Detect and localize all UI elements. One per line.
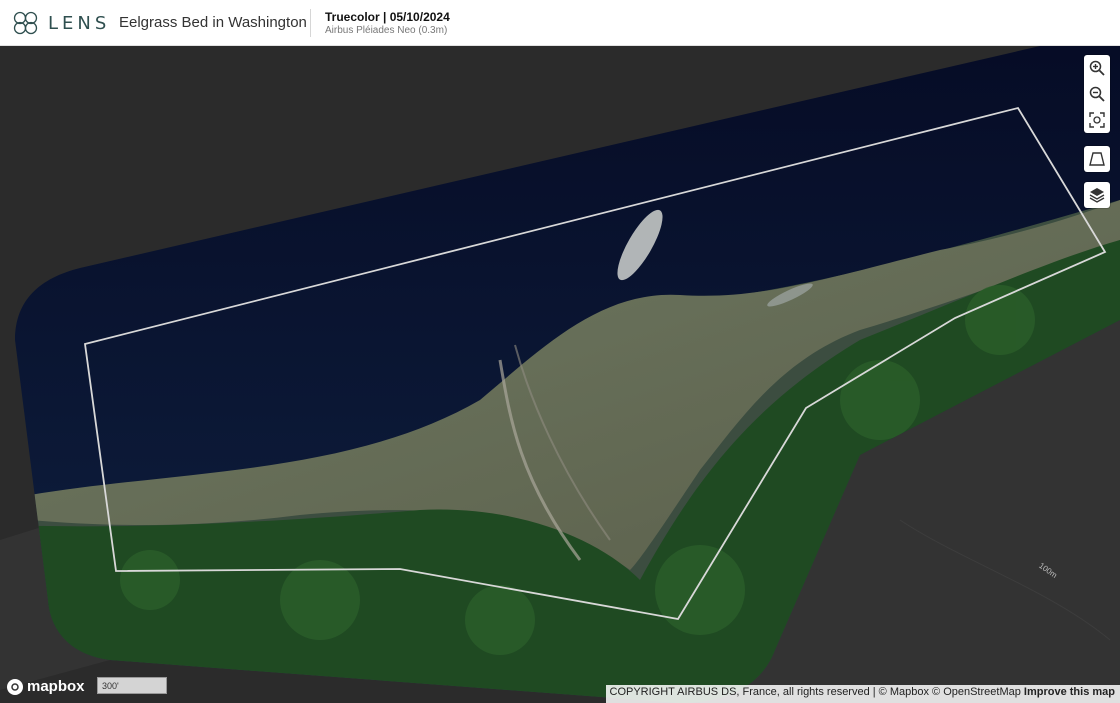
zoom-control-group	[1084, 55, 1110, 133]
layers-button[interactable]	[1084, 182, 1110, 208]
top-bar: LENS Eelgrass Bed in Washington Truecolo…	[0, 0, 1120, 46]
hexagon-logo-icon	[13, 11, 38, 35]
header-divider	[310, 9, 311, 37]
layers-control	[1084, 182, 1110, 208]
map-canvas[interactable]: 100m mapbox 300' COPYRIGHT AIRBUS DS, Fr…	[0, 46, 1120, 703]
layer-subtitle: Airbus Pléiades Neo (0.3m)	[325, 25, 448, 36]
scale-bar: 300'	[97, 677, 167, 694]
zoom-out-button[interactable]	[1084, 81, 1110, 107]
mapbox-logo-text: mapbox	[27, 678, 85, 695]
zoom-out-icon	[1089, 86, 1105, 102]
draw-polygon-button[interactable]	[1084, 146, 1110, 172]
zoom-in-icon	[1089, 60, 1105, 76]
fit-bounds-icon	[1089, 112, 1105, 128]
layers-icon	[1089, 188, 1105, 203]
mapbox-mark-icon	[7, 678, 23, 695]
draw-polygon-icon	[1089, 152, 1105, 166]
fit-bounds-button[interactable]	[1084, 107, 1110, 133]
zoom-in-button[interactable]	[1084, 55, 1110, 81]
layer-title: Truecolor | 05/10/2024	[325, 10, 450, 24]
satellite-imagery[interactable]	[0, 46, 1120, 703]
improve-map-link[interactable]: Improve this map	[1024, 686, 1115, 698]
attribution-text[interactable]: COPYRIGHT AIRBUS DS, France, all rights …	[610, 686, 1021, 698]
map-attribution: COPYRIGHT AIRBUS DS, France, all rights …	[605, 685, 1120, 703]
logo-text: LENS	[48, 12, 111, 34]
project-title: Eelgrass Bed in Washington	[119, 14, 307, 31]
lens-logo[interactable]: LENS	[12, 10, 110, 36]
mapbox-logo[interactable]: mapbox	[7, 678, 85, 695]
draw-control	[1084, 146, 1110, 172]
